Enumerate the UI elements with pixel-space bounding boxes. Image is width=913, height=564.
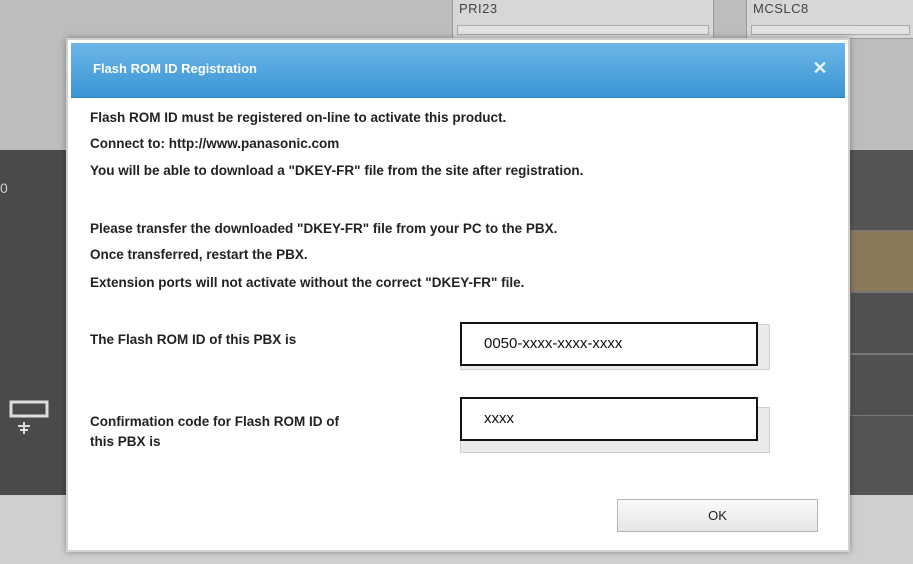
flash-rom-id-label: The Flash ROM ID of this PBX is bbox=[90, 332, 297, 347]
slot-pri23[interactable]: PRI23 bbox=[452, 0, 714, 39]
usb-icon bbox=[8, 392, 54, 438]
slot-label: MCSLC8 bbox=[753, 1, 809, 16]
message-line: Please transfer the downloaded "DKEY-FR"… bbox=[90, 221, 558, 236]
dialog-title: Flash ROM ID Registration bbox=[93, 61, 257, 76]
slot-label: PRI23 bbox=[459, 1, 498, 16]
message-line: Connect to: http://www.panasonic.com bbox=[90, 136, 340, 151]
confirmation-code-label-line2: this PBX is bbox=[90, 434, 161, 449]
message-line: Once transferred, restart the PBX. bbox=[90, 247, 308, 262]
background-right-cell bbox=[850, 292, 913, 354]
confirmation-code-label: Confirmation code for Flash ROM ID of th… bbox=[90, 412, 339, 452]
background-right-cell bbox=[850, 230, 913, 292]
confirmation-code-field[interactable]: xxxx bbox=[460, 397, 758, 441]
ok-button[interactable]: OK bbox=[617, 499, 818, 532]
message-line: You will be able to download a "DKEY-FR"… bbox=[90, 163, 584, 178]
flash-rom-id-dialog: Flash ROM ID Registration ✕ Flash ROM ID… bbox=[66, 38, 850, 552]
message-line: Flash ROM ID must be registered on-line … bbox=[90, 110, 507, 125]
message-line: Extension ports will not activate withou… bbox=[90, 275, 525, 290]
close-icon[interactable]: ✕ bbox=[809, 57, 831, 79]
slot-mcslc8[interactable]: MCSLC8 bbox=[746, 0, 913, 39]
flash-rom-id-field[interactable]: 0050-xxxx-xxxx-xxxx bbox=[460, 322, 758, 366]
confirmation-code-label-line1: Confirmation code for Flash ROM ID of bbox=[90, 414, 339, 429]
background-right-cell bbox=[850, 354, 913, 416]
dialog-header: Flash ROM ID Registration ✕ bbox=[71, 43, 845, 98]
band-label: 0 bbox=[0, 180, 8, 196]
